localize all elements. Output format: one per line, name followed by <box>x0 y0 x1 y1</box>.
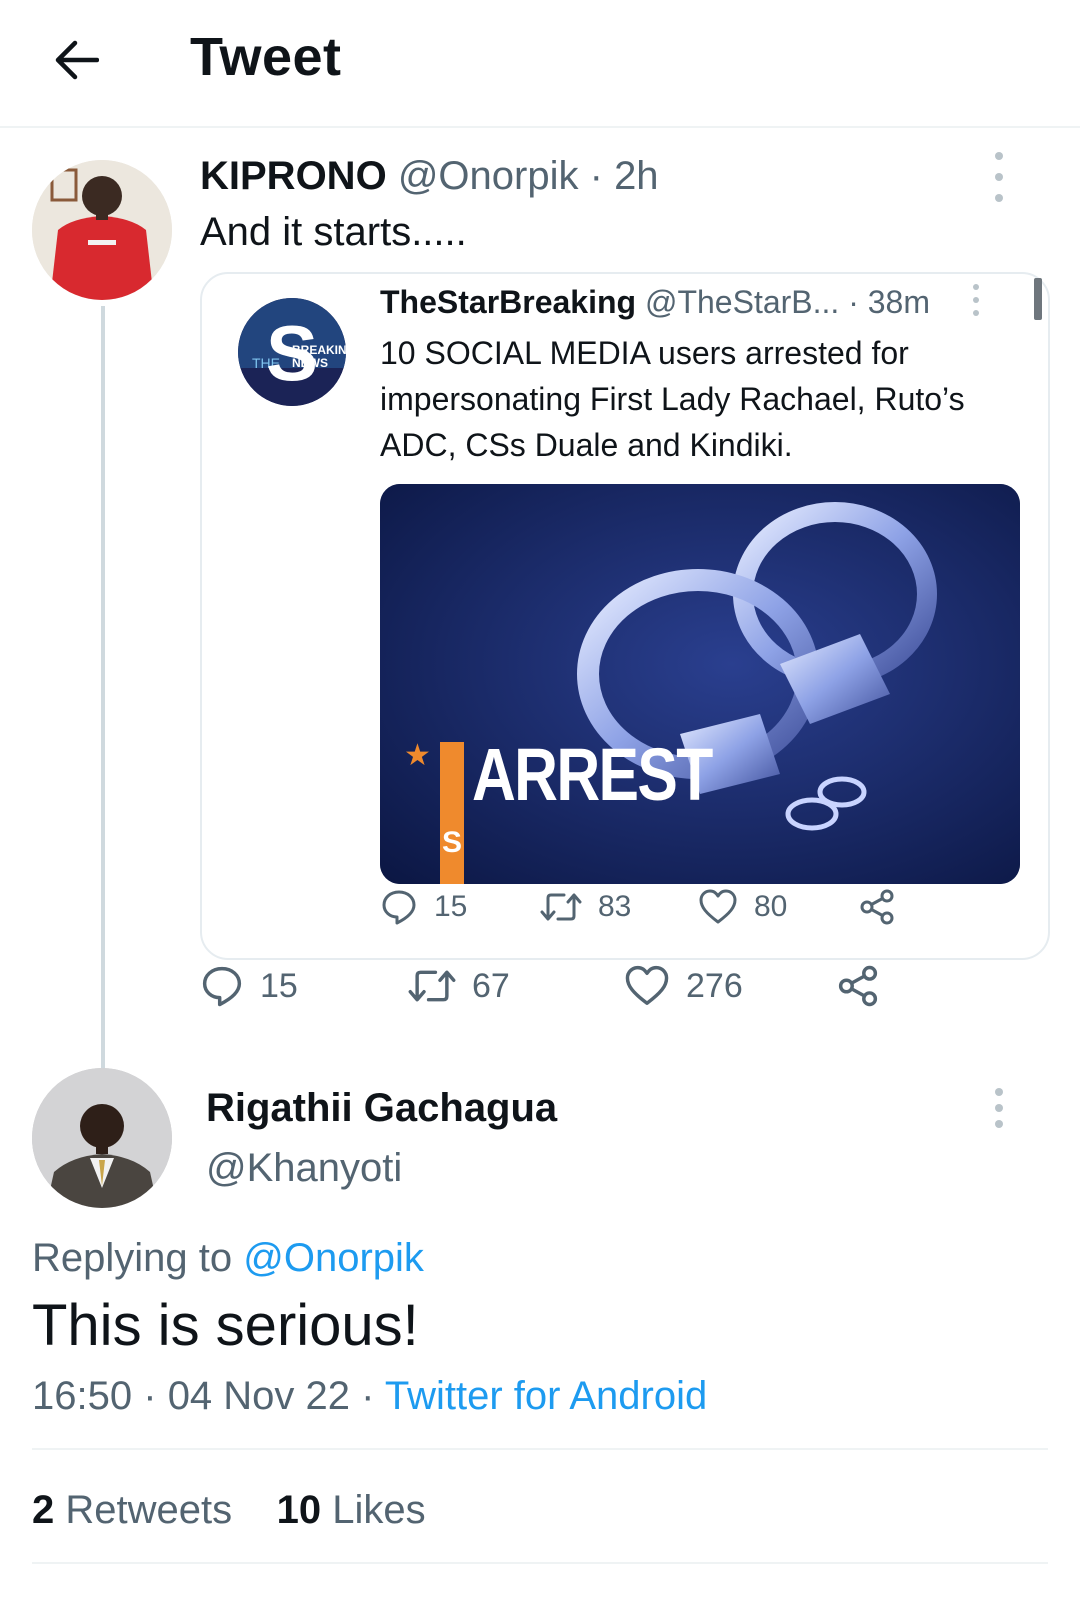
tweet1-header: KIPRONO @Onorpik · 2h <box>200 154 659 199</box>
page-title: Tweet <box>190 27 342 87</box>
tweet2-date[interactable]: 04 Nov 22 <box>168 1374 350 1418</box>
star-icon: ★ <box>404 739 431 772</box>
separator-dot: · <box>143 1374 157 1418</box>
reply-bubble-icon <box>382 890 416 925</box>
replying-prefix: Replying to <box>32 1236 244 1280</box>
quoted-tweet-card[interactable]: THE S BREAKING NEWS TheStarBreaking @The… <box>200 272 1050 960</box>
tweet2-author-name[interactable]: Rigathii Gachagua <box>206 1086 557 1131</box>
tweet1-author-name[interactable]: KIPRONO <box>200 154 387 198</box>
retweets-label: Retweets <box>65 1488 233 1532</box>
tweet2-time[interactable]: 16:50 <box>32 1374 132 1418</box>
quoted-share-button[interactable] <box>858 888 896 926</box>
replying-handle-link[interactable]: @Onorpik <box>243 1236 424 1280</box>
tweet2-more-button[interactable] <box>984 1088 1014 1128</box>
separator-dot: · <box>589 154 603 198</box>
quoted-action-bar: 15 83 80 <box>380 886 920 932</box>
tweet1-text: And it starts..... <box>200 210 467 254</box>
retweet-icon <box>540 893 582 921</box>
tweet1-reply-button[interactable]: 15 <box>200 964 298 1008</box>
tweet1-retweet-count: 67 <box>472 966 510 1005</box>
more-vertical-icon <box>973 284 979 290</box>
more-vertical-icon <box>995 1088 1003 1096</box>
avatar-kiprono[interactable] <box>32 160 172 300</box>
tweet2-source-link[interactable]: Twitter for Android <box>385 1374 707 1418</box>
avatar-rigathii[interactable] <box>32 1068 172 1208</box>
quoted-reply-button[interactable]: 15 <box>380 888 467 926</box>
quoted-author-handle[interactable]: @TheStarB... <box>645 284 839 320</box>
avatar-thestarbreaking[interactable]: THE S BREAKING NEWS <box>238 298 346 406</box>
svg-text:NEWS: NEWS <box>292 356 328 370</box>
tweet1-like-count: 276 <box>686 966 743 1005</box>
heart-icon <box>625 965 669 1005</box>
engagement-stats: 2 Retweets 10 Likes <box>32 1488 426 1533</box>
arrow-left-icon <box>55 40 99 80</box>
quoted-tweet-text: 10 SOCIAL MEDIA users arrested for imper… <box>380 335 965 463</box>
tweet1-action-bar: 15 67 276 <box>200 962 900 1014</box>
retweets-stat[interactable]: 2 Retweets <box>32 1488 232 1532</box>
quoted-like-button[interactable]: 80 <box>698 888 787 926</box>
divider <box>32 1562 1048 1564</box>
thread-connector-line <box>101 306 105 1088</box>
handcuffs-image <box>380 484 1020 884</box>
svg-text:BREAKING: BREAKING <box>292 343 346 357</box>
divider <box>32 1448 1048 1450</box>
likes-label: Likes <box>332 1488 426 1532</box>
likes-stat[interactable]: 10 Likes <box>277 1488 426 1532</box>
tweet2-meta: 16:50 · 04 Nov 22 · Twitter for Android <box>32 1374 707 1419</box>
replying-to: Replying to @Onorpik <box>32 1236 424 1281</box>
quoted-retweet-button[interactable]: 83 <box>540 888 631 926</box>
retweets-count: 2 <box>32 1488 55 1532</box>
tweet1-reply-count: 15 <box>260 966 298 1005</box>
retweet-icon <box>408 970 456 1002</box>
quoted-like-count: 80 <box>754 890 788 923</box>
more-vertical-icon <box>995 152 1003 160</box>
share-icon <box>860 889 894 925</box>
quoted-tweet-image[interactable]: ★ S ARREST <box>380 484 1020 884</box>
share-icon <box>838 965 878 1007</box>
tweet1-retweet-button[interactable]: 67 <box>408 964 510 1008</box>
heart-icon <box>699 889 737 924</box>
tweet1-more-button[interactable] <box>984 152 1014 202</box>
back-button[interactable] <box>44 28 108 92</box>
quoted-timestamp[interactable]: 38m <box>868 284 930 320</box>
tweet1-like-button[interactable]: 276 <box>624 964 743 1008</box>
reply-bubble-icon <box>202 966 242 1007</box>
brand-letter: S <box>442 826 463 859</box>
image-caption: ARREST <box>472 733 713 816</box>
tweet1-author-handle[interactable]: @Onorpik <box>398 154 579 198</box>
quoted-author-name[interactable]: TheStarBreaking <box>380 284 636 320</box>
tweet1-timestamp[interactable]: 2h <box>614 154 659 198</box>
likes-count: 10 <box>276 1488 322 1532</box>
top-bar: Tweet <box>0 0 1080 128</box>
quoted-more-button[interactable] <box>966 284 986 316</box>
quoted-tweet-header: TheStarBreaking @TheStarB... · 38m <box>380 284 930 321</box>
tweet1-share-button[interactable] <box>836 964 880 1008</box>
separator-dot: · <box>848 284 859 320</box>
separator-dot: · <box>361 1374 375 1418</box>
brand-bar <box>440 742 464 884</box>
quoted-retweet-count: 83 <box>598 890 632 923</box>
tweet2-author-handle[interactable]: @Khanyoti <box>206 1146 402 1191</box>
tweet2-text: This is serious! <box>32 1293 419 1358</box>
quoted-reply-count: 15 <box>434 890 468 923</box>
scrollbar[interactable] <box>1034 278 1042 320</box>
